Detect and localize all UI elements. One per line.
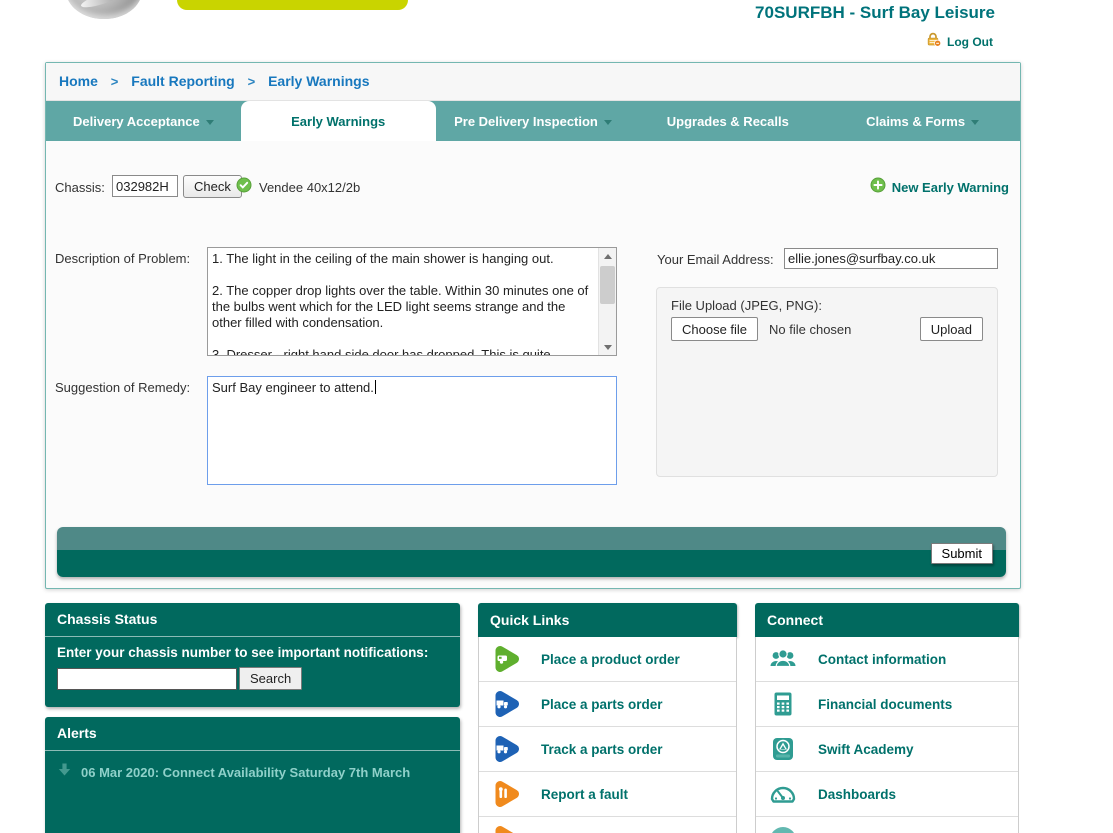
dealer-title: 70SURFBH - Surf Bay Leisure xyxy=(755,3,995,22)
connect-dashboards[interactable]: Dashboards xyxy=(756,772,1018,817)
quick-link-label: Place a product order xyxy=(541,651,680,667)
chevron-down-icon xyxy=(971,119,980,125)
panel-title: Quick Links xyxy=(478,603,737,637)
breadcrumb-fault-reporting[interactable]: Fault Reporting xyxy=(131,73,234,89)
chassis-status-panel: Chassis Status Enter your chassis number… xyxy=(45,603,460,707)
connect-financial-documents[interactable]: Financial documents xyxy=(756,682,1018,727)
connect-swift-academy[interactable]: Swift Academy xyxy=(756,727,1018,772)
tab-label: Upgrades & Recalls xyxy=(666,113,789,129)
quick-link-partial[interactable] xyxy=(479,817,736,833)
page: 70SURFBH - Surf Bay Leisure Log Out Home… xyxy=(0,0,1113,833)
circle-partial-icon xyxy=(772,827,794,833)
chevron-down-icon xyxy=(603,119,612,125)
new-early-warning-label: New Early Warning xyxy=(891,180,1009,195)
remedy-label: Suggestion of Remedy: xyxy=(55,380,191,395)
connect-link-partial[interactable] xyxy=(756,817,1018,833)
submit-button[interactable]: Submit xyxy=(930,543,993,564)
breadcrumb-separator: > xyxy=(110,74,119,89)
chassis-status-search-button[interactable]: Search xyxy=(239,667,303,690)
quick-link-track-parts-order[interactable]: Track a parts order xyxy=(479,727,736,772)
file-upload-label: File Upload (JPEG, PNG): xyxy=(671,298,822,313)
tab-pre-delivery-inspection[interactable]: Pre Delivery Inspection xyxy=(436,101,631,141)
breadcrumb-home[interactable]: Home xyxy=(59,73,98,89)
connect-link-label: Financial documents xyxy=(818,696,953,712)
lime-banner-partial xyxy=(177,0,408,10)
description-text: 1. The light in the ceiling of the main … xyxy=(212,251,589,355)
email-label: Your Email Address: xyxy=(657,252,774,267)
tab-label: Claims & Forms xyxy=(866,113,966,129)
tab-delivery-acceptance[interactable]: Delivery Acceptance xyxy=(46,101,241,141)
triangle-orange-partial-icon xyxy=(495,826,514,833)
check-button[interactable]: Check xyxy=(183,175,242,198)
scrollbar-up-arrow[interactable] xyxy=(599,248,616,264)
tab-label: Delivery Acceptance xyxy=(73,113,200,129)
panel-title: Alerts xyxy=(45,717,460,751)
scrollbar-down-arrow[interactable] xyxy=(599,339,616,355)
connect-link-label: Contact information xyxy=(818,651,947,667)
breadcrumb-separator: > xyxy=(247,74,256,89)
text-cursor xyxy=(374,380,376,394)
chassis-label: Chassis: xyxy=(55,180,105,195)
quick-link-label: Report a fault xyxy=(541,786,629,802)
panel-title: Chassis Status xyxy=(45,603,460,637)
people-icon xyxy=(770,649,796,668)
tab-label: Pre Delivery Inspection xyxy=(454,113,598,129)
green-plus-circle-icon xyxy=(870,177,886,198)
padlock-icon xyxy=(925,31,942,52)
connect-panel: Connect Contact information Financial do… xyxy=(755,603,1019,833)
connect-link-label: Swift Academy xyxy=(818,741,914,757)
tab-claims-forms[interactable]: Claims & Forms xyxy=(825,101,1020,141)
logout-link[interactable]: Log Out xyxy=(925,31,993,52)
tab-early-warnings[interactable]: Early Warnings xyxy=(240,101,436,141)
gauge-icon xyxy=(770,786,796,803)
alerts-panel: Alerts 06 Mar 2020: Connect Availability… xyxy=(45,717,460,833)
tab-label: Early Warnings xyxy=(291,113,386,129)
new-early-warning-link[interactable]: New Early Warning xyxy=(870,177,1009,198)
calculator-icon xyxy=(774,692,792,716)
remedy-textarea[interactable]: Surf Bay engineer to attend. xyxy=(207,376,617,485)
quick-link-report-fault[interactable]: Report a fault xyxy=(479,772,736,817)
scrollbar-thumb[interactable] xyxy=(600,266,615,304)
chassis-status-search-input[interactable] xyxy=(57,668,237,690)
alert-item[interactable]: 06 Mar 2020: Connect Availability Saturd… xyxy=(57,762,410,782)
connect-contact-information[interactable]: Contact information xyxy=(756,637,1018,682)
quick-links-panel: Quick Links Place a product order Place … xyxy=(478,603,737,833)
caravan-triangle-green-icon xyxy=(495,646,519,672)
upload-button[interactable]: Upload xyxy=(919,317,983,341)
breadcrumb: Home > Fault Reporting > Early Warnings xyxy=(46,63,1020,101)
chassis-model: Vendee 40x12/2b xyxy=(259,180,361,195)
chassis-status-prompt: Enter your chassis number to see importa… xyxy=(57,645,429,660)
tab-bar: Delivery Acceptance Early Warnings Pre D… xyxy=(46,101,1020,141)
truck-triangle-blue-icon xyxy=(495,691,519,717)
submit-bar: Submit xyxy=(57,527,1006,577)
tools-triangle-orange-icon xyxy=(495,781,519,807)
email-field[interactable] xyxy=(784,248,998,269)
logout-label: Log Out xyxy=(947,34,993,49)
quick-link-label: Track a parts order xyxy=(541,741,663,757)
description-scrollbar[interactable] xyxy=(598,248,616,355)
chevron-down-icon xyxy=(205,119,214,125)
description-label: Description of Problem: xyxy=(55,251,191,266)
description-textarea[interactable]: 1. The light in the ceiling of the main … xyxy=(207,247,617,356)
connect-link-label: Dashboards xyxy=(818,786,897,802)
green-check-circle-icon xyxy=(236,177,252,198)
quick-link-label: Place a parts order xyxy=(541,696,663,712)
choose-file-button[interactable]: Choose file xyxy=(671,317,759,341)
early-warning-form: Chassis: Check Vendee 40x12/2b xyxy=(46,141,1020,588)
alert-text: 06 Mar 2020: Connect Availability Saturd… xyxy=(81,764,411,780)
academy-badge-icon xyxy=(773,738,793,760)
no-file-chosen-text: No file chosen xyxy=(769,322,852,337)
down-arrow-icon xyxy=(57,762,72,782)
panel-title: Connect xyxy=(755,603,1019,637)
breadcrumb-early-warnings: Early Warnings xyxy=(268,73,370,89)
chassis-input[interactable] xyxy=(112,175,178,197)
truck-triangle-blue-icon xyxy=(495,736,519,762)
main-panel: Home > Fault Reporting > Early Warnings … xyxy=(45,62,1021,589)
remedy-text: Surf Bay engineer to attend. xyxy=(212,380,374,395)
quick-link-place-product-order[interactable]: Place a product order xyxy=(479,637,736,682)
file-upload-box: File Upload (JPEG, PNG): Choose file No … xyxy=(656,287,998,477)
quick-link-place-parts-order[interactable]: Place a parts order xyxy=(479,682,736,727)
tab-upgrades-recalls[interactable]: Upgrades & Recalls xyxy=(630,101,825,141)
